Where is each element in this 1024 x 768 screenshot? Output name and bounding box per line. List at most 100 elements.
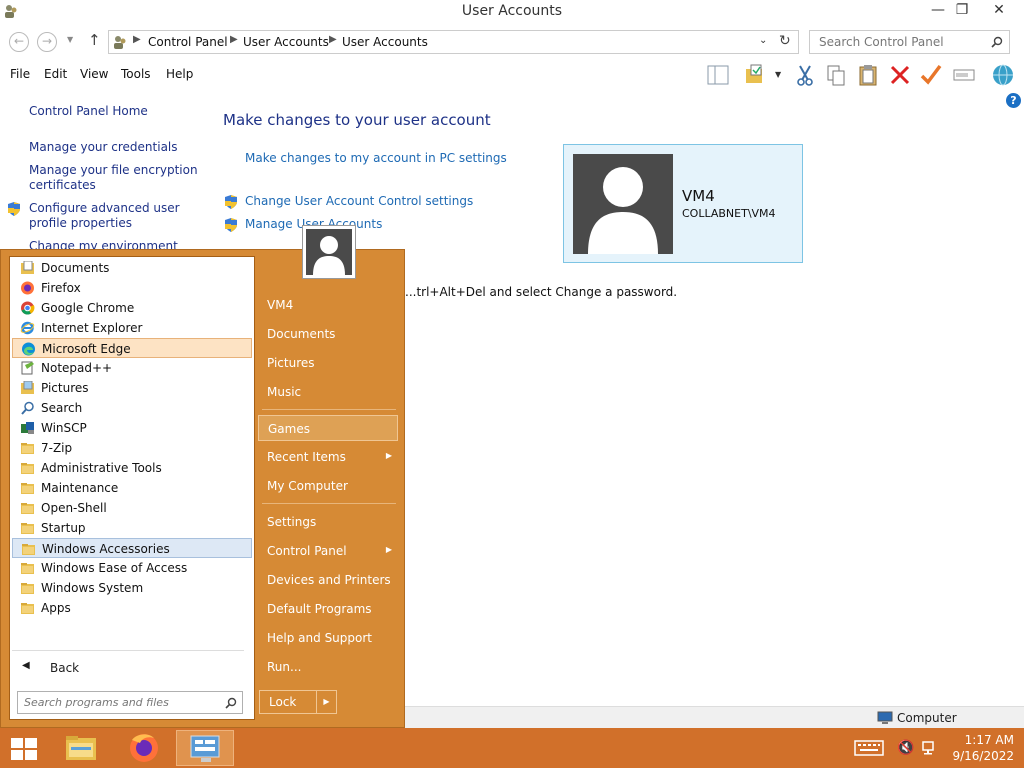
computer-icon [877, 711, 893, 724]
start-documents-label: Documents [267, 327, 336, 341]
start-control-panel-link[interactable]: Control Panel ▶ [258, 538, 398, 564]
program-item[interactable]: Search [12, 398, 252, 418]
help-icon[interactable]: ? [1006, 93, 1021, 108]
program-item[interactable]: Google Chrome [12, 298, 252, 318]
pc-settings-link[interactable]: Make changes to my account in PC setting… [245, 151, 507, 165]
properties-check-icon[interactable] [918, 62, 944, 88]
start-user-picture[interactable] [302, 225, 356, 279]
start-search-input[interactable]: Search programs and files [17, 691, 243, 714]
breadcrumb-user-accounts-current[interactable]: User Accounts [342, 35, 428, 49]
address-dropdown-icon[interactable]: ⌄ [759, 35, 767, 46]
start-music-link[interactable]: Music [258, 379, 398, 405]
program-item-label: Startup [41, 521, 86, 535]
program-item-label: Windows Accessories [42, 542, 170, 556]
folder-view-icon[interactable] [743, 62, 769, 88]
submenu-arrow-icon: ▶ [385, 545, 392, 554]
folder-icon [20, 441, 35, 455]
keyboard-icon[interactable] [854, 739, 884, 757]
breadcrumb-control-panel[interactable]: Control Panel [148, 35, 228, 49]
start-default-programs-link[interactable]: Default Programs [258, 596, 398, 622]
program-item[interactable]: Windows System [12, 578, 252, 598]
start-recent-items-link[interactable]: Recent Items ▶ [258, 444, 398, 470]
folder-icon [20, 501, 35, 515]
copy-icon[interactable] [823, 62, 849, 88]
forward-nav-button[interactable]: → [37, 32, 57, 52]
layout-pane-icon[interactable] [705, 62, 731, 88]
clock-date[interactable]: 9/16/2022 [944, 749, 1014, 763]
uac-settings-link[interactable]: Change User Account Control settings [245, 194, 473, 208]
search-icon[interactable] [991, 36, 1003, 48]
start-help-link[interactable]: Help and Support [258, 625, 398, 651]
program-item[interactable]: Firefox [12, 278, 252, 298]
start-control-panel-label: Control Panel [267, 544, 347, 558]
program-item[interactable]: Notepad++ [12, 358, 252, 378]
address-bar[interactable]: ▶ Control Panel ▶ User Accounts ▶ User A… [108, 30, 799, 54]
start-settings-label: Settings [267, 515, 317, 529]
clock-time[interactable]: 1:17 AM [950, 733, 1014, 747]
rename-icon[interactable] [951, 62, 977, 88]
back-button[interactable]: ◀ Back [20, 658, 220, 678]
program-item-label: Documents [41, 261, 110, 275]
delete-icon[interactable] [887, 62, 913, 88]
program-item[interactable]: Open-Shell [12, 498, 252, 518]
nav-manage-credentials[interactable]: Manage your credentials [29, 140, 178, 155]
start-devices-link[interactable]: Devices and Printers [258, 567, 398, 593]
program-item[interactable]: Internet Explorer [12, 318, 252, 338]
start-documents-link[interactable]: Documents [258, 321, 398, 347]
menu-file[interactable]: File [10, 67, 30, 81]
menu-edit[interactable]: Edit [44, 67, 67, 81]
search-icon[interactable] [225, 697, 237, 709]
start-my-computer-link[interactable]: My Computer [258, 473, 398, 499]
program-item[interactable]: Apps [12, 598, 252, 618]
start-button[interactable] [0, 730, 48, 766]
start-run-link[interactable]: Run... [258, 654, 398, 680]
program-item[interactable]: Documents [12, 258, 252, 278]
menu-help[interactable]: Help [166, 67, 193, 81]
program-item[interactable]: WinSCP [12, 418, 252, 438]
program-item[interactable]: Administrative Tools [12, 458, 252, 478]
paste-icon[interactable] [855, 62, 881, 88]
taskbar-file-explorer[interactable] [57, 730, 105, 766]
nav-advanced-profile[interactable]: Configure advanced user profile propertie… [29, 201, 180, 231]
taskbar-control-panel[interactable] [176, 730, 234, 766]
menu-tools[interactable]: Tools [121, 67, 151, 81]
up-arrow-icon[interactable]: ↑ [88, 31, 101, 49]
lock-label: Lock [269, 695, 297, 709]
taskbar: 🔇 1:17 AM 9/16/2022 [0, 728, 1024, 768]
winscp-icon [20, 421, 35, 435]
program-item[interactable]: 7-Zip [12, 438, 252, 458]
search-control-panel-input[interactable]: Search Control Panel [809, 30, 1010, 54]
close-button[interactable]: ✕ [984, 0, 1014, 22]
start-settings-link[interactable]: Settings [258, 509, 398, 535]
breadcrumb-separator-icon: ▶ [133, 34, 141, 45]
taskbar-firefox[interactable] [120, 730, 168, 766]
back-nav-button[interactable]: ← [9, 32, 29, 52]
breadcrumb-user-accounts[interactable]: User Accounts [243, 35, 329, 49]
program-item[interactable]: Maintenance [12, 478, 252, 498]
shutdown-options-arrow-icon[interactable]: ▶ [316, 690, 337, 714]
start-pictures-link[interactable]: Pictures [258, 350, 398, 376]
globe-icon[interactable] [990, 62, 1016, 88]
recent-pages-chevron-icon[interactable]: ▼ [67, 35, 73, 44]
nav-change-environment[interactable]: Change my environment [29, 239, 178, 249]
volume-muted-icon[interactable]: 🔇 [897, 740, 914, 756]
folder-icon [20, 601, 35, 615]
view-dropdown-icon[interactable]: ▼ [775, 70, 781, 79]
nav-control-panel-home[interactable]: Control Panel Home [29, 104, 148, 119]
cut-icon[interactable] [792, 62, 818, 88]
start-user-link[interactable]: VM4 [258, 292, 398, 318]
program-item[interactable]: Windows Accessories [12, 538, 252, 558]
program-item[interactable]: Microsoft Edge [12, 338, 252, 358]
network-icon[interactable] [921, 740, 939, 756]
start-games-link[interactable]: Games [258, 415, 398, 441]
program-item[interactable]: Startup [12, 518, 252, 538]
refresh-icon[interactable]: ↻ [779, 33, 791, 49]
maximize-button[interactable]: ❐ [948, 0, 976, 22]
lock-button[interactable]: Lock [259, 690, 317, 714]
nav-file-encryption[interactable]: Manage your file encryption certificates [29, 163, 198, 193]
program-item[interactable]: Windows Ease of Access [12, 558, 252, 578]
nav-file-encryption-line1: Manage your file encryption [29, 163, 198, 177]
firefox-icon [130, 734, 158, 762]
program-item[interactable]: Pictures [12, 378, 252, 398]
menu-view[interactable]: View [80, 67, 108, 81]
